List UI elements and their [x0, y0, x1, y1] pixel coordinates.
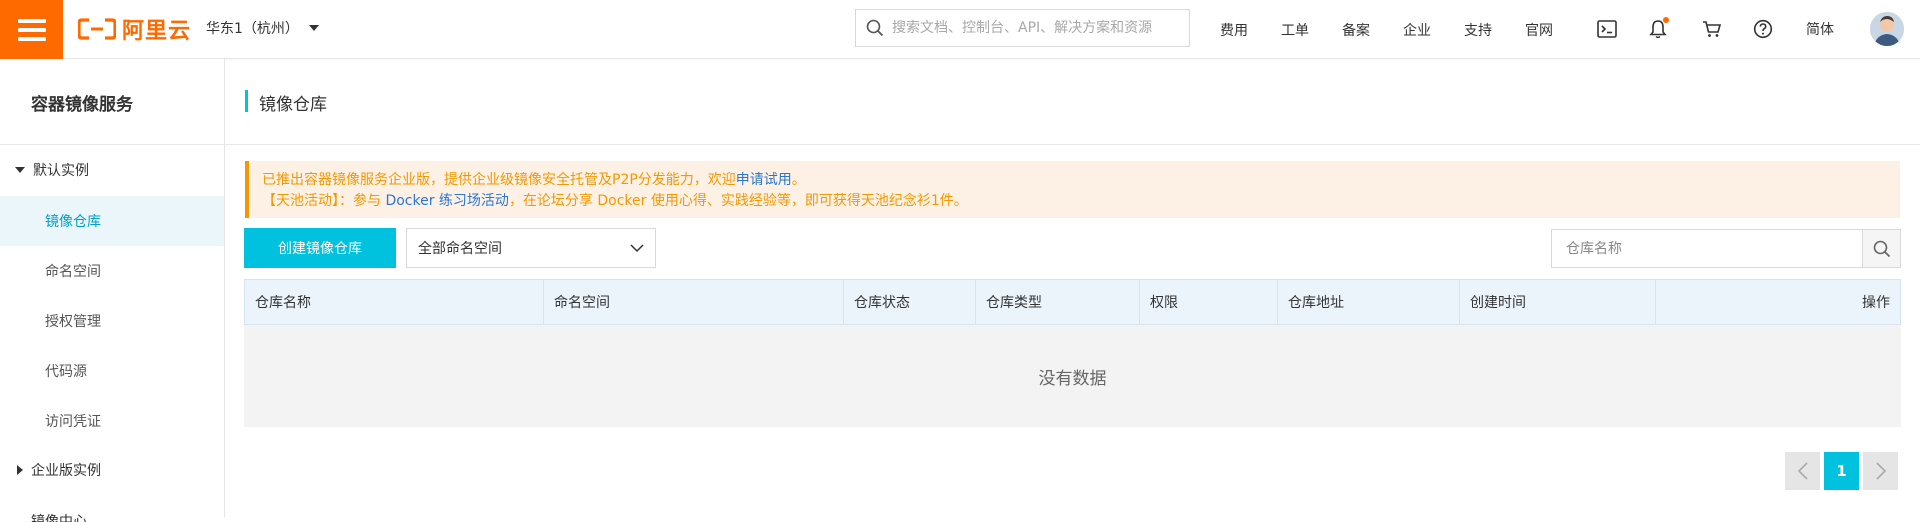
- column-created-time: 创建时间: [1460, 280, 1656, 324]
- region-label: 华东1（杭州）: [206, 21, 299, 37]
- sidebar-item-namespaces[interactable]: 命名空间: [0, 246, 224, 296]
- triangle-down-icon: [15, 167, 25, 173]
- hamburger-menu-button[interactable]: [0, 0, 63, 59]
- notice-prefix: 【天池活动】：参与: [262, 193, 386, 209]
- namespace-select-value: 全部命名空间: [418, 241, 502, 257]
- aliyun-logo-icon: [78, 18, 116, 40]
- pagination: 1: [1785, 452, 1898, 490]
- notice-line-2: 【天池活动】：参与 Docker 练习场活动，在论坛分享 Docker 使用心得…: [262, 191, 1900, 212]
- triangle-right-icon: [17, 465, 23, 475]
- nav-fees[interactable]: 费用: [1220, 20, 1248, 40]
- sidebar-group-image-center[interactable]: 镜像中心: [0, 502, 224, 522]
- repository-table-header: 仓库名称 命名空间 仓库状态 仓库类型 权限 仓库地址 创建时间 操作: [244, 279, 1901, 325]
- region-selector[interactable]: 华东1（杭州）: [206, 18, 319, 38]
- nav-icp-filing[interactable]: 备案: [1342, 20, 1370, 40]
- notice-line-1: 已推出容器镜像服务企业版，提供企业级镜像安全托管及P2P分发能力，欢迎申请试用。: [262, 170, 1900, 191]
- sidebar-item-access-credentials[interactable]: 访问凭证: [0, 396, 224, 446]
- page-header: 镜像仓库: [225, 59, 1920, 145]
- notice-text: 已推出容器镜像服务企业版，提供企业级镜像安全托管及P2P分发能力，欢迎: [262, 172, 736, 188]
- sidebar: 容器镜像服务 默认实例 镜像仓库 命名空间 授权管理 代码源 访问凭证 企业版实…: [0, 59, 225, 522]
- table-empty-state: 没有数据: [244, 325, 1901, 427]
- column-permission: 权限: [1140, 280, 1278, 324]
- sidebar-divider: [0, 144, 224, 145]
- notice-suffix: ，在论坛分享 Docker 使用心得、实践经验等，即可获得天池纪念衫1件。: [508, 193, 968, 209]
- sidebar-group-label: 默认实例: [33, 163, 89, 179]
- aliyun-logo[interactable]: 阿里云: [78, 14, 191, 44]
- cart-icon[interactable]: [1699, 16, 1725, 42]
- sidebar-group-default-instance[interactable]: 默认实例: [0, 152, 224, 188]
- global-search-input[interactable]: [892, 11, 1189, 45]
- nav-official-site[interactable]: 官网: [1525, 20, 1553, 40]
- column-actions: 操作: [1862, 295, 1890, 311]
- caret-down-icon: [308, 25, 319, 31]
- menu-bar-line: [17, 36, 46, 41]
- top-navigation-bar: 阿里云 华东1（杭州） 费用 工单 备案 企业 支持 官网: [0, 0, 1920, 59]
- chevron-right-icon: [1875, 462, 1886, 480]
- sidebar-item-code-source[interactable]: 代码源: [0, 346, 224, 396]
- nav-tickets[interactable]: 工单: [1281, 20, 1309, 40]
- create-repository-button[interactable]: 创建镜像仓库: [244, 228, 396, 268]
- prev-page-button[interactable]: [1785, 452, 1820, 490]
- terminal-icon[interactable]: [1594, 16, 1620, 42]
- global-search[interactable]: [855, 9, 1190, 47]
- chevron-left-icon: [1797, 462, 1808, 480]
- logo-text: 阿里云: [122, 19, 192, 44]
- chevron-down-icon: [630, 244, 644, 253]
- title-accent-bar: [245, 90, 248, 112]
- top-nav-links: 费用 工单 备案 企业 支持 官网: [1220, 0, 1586, 59]
- sidebar-item-authorization[interactable]: 授权管理: [0, 296, 224, 346]
- column-repo-type: 仓库类型: [976, 280, 1140, 324]
- search-icon: [866, 19, 884, 37]
- notification-dot: [1663, 17, 1669, 23]
- user-avatar[interactable]: [1870, 12, 1904, 46]
- nav-enterprise[interactable]: 企业: [1403, 20, 1431, 40]
- help-icon[interactable]: [1750, 16, 1776, 42]
- language-switch[interactable]: 简体: [1806, 19, 1834, 39]
- sidebar-item-repositories[interactable]: 镜像仓库: [0, 196, 224, 246]
- bell-icon[interactable]: [1645, 16, 1671, 42]
- column-repo-name: 仓库名称: [245, 280, 544, 324]
- search-icon: [1873, 240, 1890, 257]
- repository-search: [1551, 229, 1901, 268]
- apply-trial-link[interactable]: 申请试用: [736, 172, 792, 188]
- docker-playground-link[interactable]: Docker 练习场活动: [385, 193, 508, 209]
- menu-bar-line: [17, 27, 46, 32]
- nav-support[interactable]: 支持: [1464, 20, 1492, 40]
- notice-banner: 已推出容器镜像服务企业版，提供企业级镜像安全托管及P2P分发能力，欢迎申请试用。…: [245, 161, 1900, 218]
- sidebar-group-enterprise-instance[interactable]: 企业版实例: [0, 452, 224, 488]
- sidebar-group-label: 企业版实例: [31, 463, 101, 479]
- repository-name-input[interactable]: [1552, 230, 1862, 267]
- service-title: 容器镜像服务: [31, 95, 133, 115]
- column-repo-status: 仓库状态: [844, 280, 976, 324]
- page-number-current[interactable]: 1: [1824, 452, 1859, 490]
- column-namespace: 命名空间: [544, 280, 844, 324]
- page-title: 镜像仓库: [259, 95, 327, 115]
- notice-text-end: 。: [791, 172, 806, 188]
- menu-bar-line: [17, 18, 46, 23]
- column-repo-address: 仓库地址: [1278, 280, 1460, 324]
- namespace-select[interactable]: 全部命名空间: [406, 228, 656, 268]
- repository-search-button[interactable]: [1862, 230, 1900, 267]
- next-page-button[interactable]: [1863, 452, 1898, 490]
